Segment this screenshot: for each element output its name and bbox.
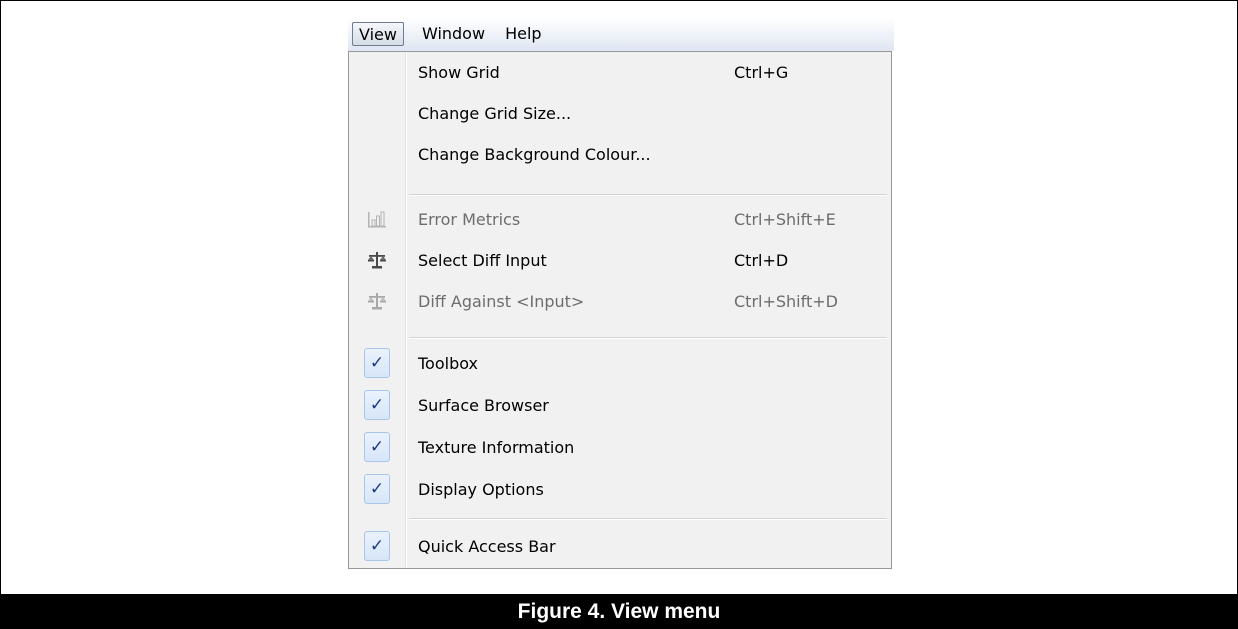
bar-chart-icon <box>349 199 405 239</box>
menu-separator <box>409 337 887 339</box>
menu-item-quick-access-bar[interactable]: ✓ Quick Access Bar <box>349 526 891 566</box>
menu-item-label: Change Background Colour... <box>418 144 651 164</box>
figure-frame: View Window Help Show Grid Ctrl+G Change… <box>0 0 1238 595</box>
menu-view[interactable]: View <box>352 22 404 46</box>
menu-item-label: Show Grid <box>418 62 500 82</box>
menu-window[interactable]: Window <box>416 22 491 46</box>
menu-item-shortcut: Ctrl+D <box>734 250 789 270</box>
menu-bar: View Window Help <box>348 17 894 51</box>
menu-item-label: Toolbox <box>418 353 478 373</box>
scales-icon <box>349 240 405 280</box>
menu-item-label: Texture Information <box>418 437 575 457</box>
menu-item-label: Change Grid Size... <box>418 103 572 123</box>
figure-caption: Figure 4. View menu <box>0 595 1238 629</box>
menu-item-label: Diff Against <Input> <box>418 291 585 311</box>
checkmark-icon: ✓ <box>364 390 390 420</box>
menu-item-shortcut: Ctrl+Shift+E <box>734 209 836 229</box>
menu-item-display-options[interactable]: ✓ Display Options <box>349 469 891 509</box>
menu-item-show-grid[interactable]: Show Grid Ctrl+G <box>349 52 891 92</box>
menu-item-label: Surface Browser <box>418 395 549 415</box>
menu-item-diff-against-input: Diff Against <Input> Ctrl+Shift+D <box>349 281 891 321</box>
checkmark-icon: ✓ <box>364 348 390 378</box>
menu-item-label: Error Metrics <box>418 209 521 229</box>
menu-item-error-metrics: Error Metrics Ctrl+Shift+E <box>349 199 891 239</box>
scales-icon <box>349 281 405 321</box>
menu-item-shortcut: Ctrl+G <box>734 62 789 82</box>
menu-item-shortcut: Ctrl+Shift+D <box>734 291 838 311</box>
menu-item-texture-information[interactable]: ✓ Texture Information <box>349 427 891 467</box>
checkmark-icon: ✓ <box>364 432 390 462</box>
menu-item-change-grid-size[interactable]: Change Grid Size... <box>349 93 891 133</box>
menu-item-label: Select Diff Input <box>418 250 547 270</box>
menu-item-label: Quick Access Bar <box>418 536 556 556</box>
menu-help[interactable]: Help <box>499 22 547 46</box>
checkmark-icon: ✓ <box>364 531 390 561</box>
checkmark-icon: ✓ <box>364 474 390 504</box>
menu-item-select-diff-input[interactable]: Select Diff Input Ctrl+D <box>349 240 891 280</box>
menu-separator <box>409 194 887 196</box>
menu-item-surface-browser[interactable]: ✓ Surface Browser <box>349 385 891 425</box>
menu-item-label: Display Options <box>418 479 544 499</box>
menu-separator <box>409 518 887 520</box>
menu-item-toolbox[interactable]: ✓ Toolbox <box>349 343 891 383</box>
view-menu-dropdown: Show Grid Ctrl+G Change Grid Size... Cha… <box>348 51 892 569</box>
menu-item-change-background-colour[interactable]: Change Background Colour... <box>349 134 891 174</box>
